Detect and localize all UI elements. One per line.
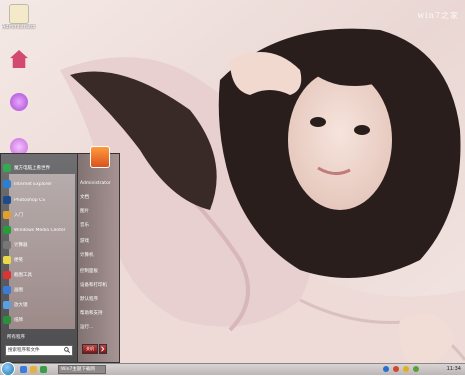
program-item[interactable]: 便笺 <box>3 254 73 266</box>
program-label: Windows Media Center <box>14 227 66 233</box>
globe-icon <box>3 164 11 172</box>
program-item[interactable]: 入门 <box>3 209 73 221</box>
ie-quicklaunch-icon[interactable] <box>20 366 27 373</box>
program-label: 纸牌 <box>14 318 23 323</box>
link-documents[interactable]: 文档 <box>80 193 118 203</box>
program-label: 计算器 <box>14 243 28 248</box>
desktop-icon-network[interactable] <box>2 93 36 111</box>
program-label: 放大镜 <box>14 303 28 308</box>
program-item[interactable]: 画图 <box>3 284 73 296</box>
explorer-quicklaunch-icon[interactable] <box>30 366 37 373</box>
network-tray-icon[interactable] <box>383 366 389 372</box>
chevron-right-icon <box>101 346 105 352</box>
program-item[interactable]: 放大镜 <box>3 299 73 311</box>
link-default-programs[interactable]: 默认程序 <box>80 295 118 305</box>
program-label: Internet Explorer <box>14 181 53 187</box>
calculator-icon <box>3 241 11 249</box>
action-center-tray-icon[interactable] <box>403 366 409 372</box>
program-item[interactable]: 魔方电脑上看世界 <box>3 162 73 174</box>
taskbar-window-button[interactable]: Win7主题下载网 <box>58 365 106 374</box>
snipping-tool-icon <box>3 271 11 279</box>
link-run[interactable]: 运行... <box>80 323 118 333</box>
shutdown-button[interactable]: 关机 <box>82 344 98 354</box>
desktop-icon-user-folder[interactable]: Administrator <box>2 4 36 30</box>
program-item[interactable]: 计算器 <box>3 239 73 251</box>
link-help-support[interactable]: 帮助和支持 <box>80 309 118 319</box>
link-music[interactable]: 音乐 <box>80 221 118 231</box>
program-label: 入门 <box>14 213 23 218</box>
program-label: 截图工具 <box>14 273 32 278</box>
getting-started-icon <box>3 211 11 219</box>
network-icon <box>10 93 28 111</box>
link-pictures[interactable]: 图片 <box>80 207 118 217</box>
wallpaper-watermark: win7之家 <box>417 11 459 20</box>
solitaire-icon <box>3 316 11 324</box>
program-item[interactable]: Internet Explorer <box>3 178 73 190</box>
link-computer[interactable]: 计算机 <box>80 251 118 261</box>
link-devices-printers[interactable]: 设备和打印机 <box>80 281 118 291</box>
home-icon <box>10 50 28 68</box>
desktop-icon-home[interactable] <box>2 50 36 68</box>
all-programs-button[interactable]: 所有程序 <box>3 334 79 342</box>
link-games[interactable]: 游戏 <box>80 237 118 247</box>
search-icon <box>64 347 70 353</box>
user-avatar[interactable] <box>90 146 110 168</box>
folder-icon <box>9 4 29 24</box>
program-label: Photoshop CS <box>14 197 46 203</box>
program-label: 便笺 <box>14 258 23 263</box>
security-tray-icon[interactable] <box>413 366 419 372</box>
link-control-panel[interactable]: 控制面板 <box>80 267 118 277</box>
start-search-input[interactable]: 搜索程序和文件 <box>5 345 73 356</box>
program-label: 魔方电脑上看世界 <box>14 166 50 171</box>
search-placeholder: 搜索程序和文件 <box>8 348 40 353</box>
taskbar-clock[interactable]: 11:34 <box>447 365 461 374</box>
photoshop-icon <box>3 196 11 204</box>
program-label: 画图 <box>14 288 23 293</box>
taskbar: Win7主题下载网 11:34 <box>0 362 465 376</box>
program-item[interactable]: Photoshop CS <box>3 194 73 206</box>
volume-tray-icon[interactable] <box>393 366 399 372</box>
paint-icon <box>3 286 11 294</box>
desktop-icon-label: Administrator <box>2 24 36 30</box>
ie-icon <box>3 180 11 188</box>
program-item[interactable]: 截图工具 <box>3 269 73 281</box>
start-menu-programs-pane: 魔方电脑上看世界 Internet Explorer Photoshop CS … <box>0 153 78 363</box>
link-user[interactable]: Administrator <box>80 179 118 189</box>
shutdown-options-arrow[interactable] <box>99 344 107 354</box>
program-item[interactable]: 纸牌 <box>3 314 73 326</box>
media-center-icon <box>3 226 11 234</box>
start-button[interactable] <box>1 362 15 376</box>
media-player-quicklaunch-icon[interactable] <box>40 366 47 373</box>
magnifier-icon <box>3 301 11 309</box>
start-menu: 魔方电脑上看世界 Internet Explorer Photoshop CS … <box>0 146 120 363</box>
program-item[interactable]: Windows Media Center <box>3 224 73 236</box>
sticky-notes-icon <box>3 256 11 264</box>
